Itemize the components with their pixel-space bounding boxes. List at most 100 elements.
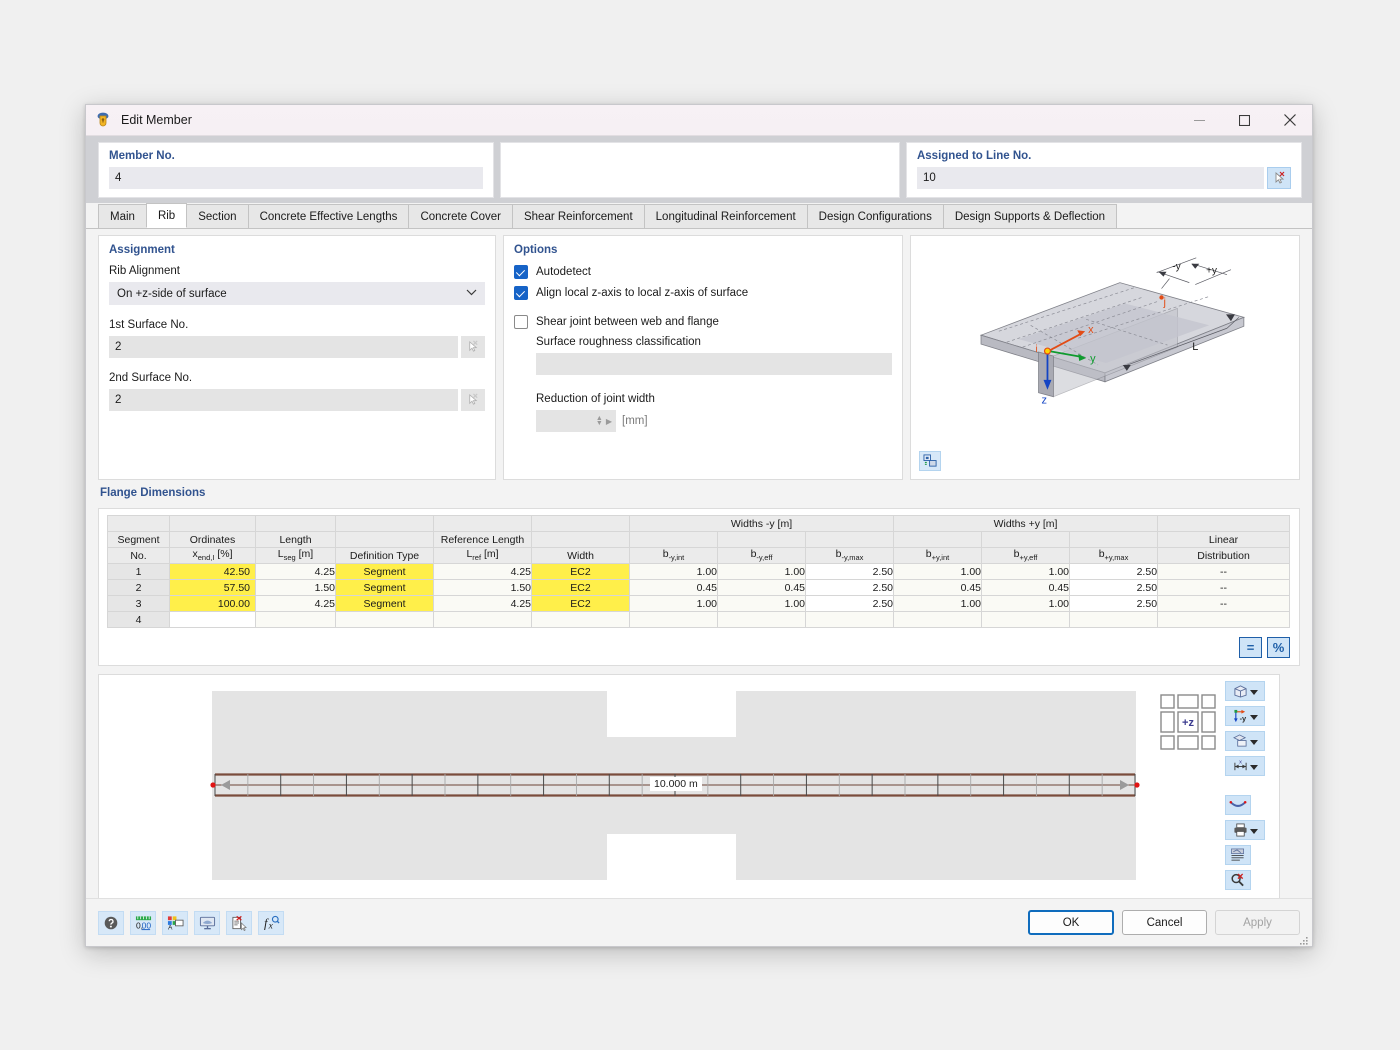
tab-concrete-effective-lengths[interactable]: Concrete Effective Lengths xyxy=(248,204,410,228)
cell-reference-length[interactable]: 1.50 xyxy=(434,580,532,596)
cell-linear-distribution[interactable]: -- xyxy=(1158,596,1290,612)
table-row[interactable]: 4 xyxy=(108,612,1290,628)
rib-alignment-select[interactable]: On +z-side of surface xyxy=(109,282,485,305)
cell-definition-type[interactable] xyxy=(336,612,434,628)
spinner-expand-icon[interactable]: ▶ xyxy=(606,417,612,426)
cell-reference-length[interactable] xyxy=(434,612,532,628)
cell-length[interactable]: 1.50 xyxy=(256,580,336,596)
autodetect-row[interactable]: Autodetect xyxy=(514,265,892,279)
formula-icon[interactable]: f x xyxy=(258,911,284,935)
cell-width[interactable]: EC2 xyxy=(532,596,630,612)
cell-b-my-eff[interactable]: 1.00 xyxy=(718,564,806,580)
cell-b-py-max[interactable] xyxy=(1070,612,1158,628)
column-header-top[interactable] xyxy=(630,532,718,548)
column-header-sub[interactable]: Width xyxy=(532,548,630,564)
tab-longitudinal-reinforcement[interactable]: Longitudinal Reinforcement xyxy=(644,204,808,228)
column-header-top[interactable] xyxy=(894,532,982,548)
cell-b-py-max[interactable]: 2.50 xyxy=(1070,596,1158,612)
column-header-sub[interactable]: b+y,max xyxy=(1070,548,1158,564)
screenshot-icon[interactable] xyxy=(919,451,941,471)
column-header-sub[interactable]: b-y,int xyxy=(630,548,718,564)
cell-ordinate[interactable]: 57.50 xyxy=(170,580,256,596)
spinner-arrows-icon[interactable]: ▲▼ xyxy=(596,416,603,426)
cell-definition-type[interactable]: Segment xyxy=(336,580,434,596)
column-header-top[interactable]: Segment xyxy=(108,532,170,548)
cell-width[interactable]: EC2 xyxy=(532,564,630,580)
column-header-sub[interactable]: No. xyxy=(108,548,170,564)
view-direction-button[interactable]: -y xyxy=(1225,706,1265,726)
cell-width[interactable] xyxy=(532,612,630,628)
column-header-top[interactable] xyxy=(718,532,806,548)
surface2-input[interactable] xyxy=(109,389,458,411)
column-header-top[interactable] xyxy=(336,532,434,548)
percent-button[interactable]: % xyxy=(1267,637,1290,658)
autodetect-checkbox[interactable] xyxy=(514,265,528,279)
rib-3d-view[interactable]: -y +y L x y z i xyxy=(911,236,1299,479)
tab-rib[interactable]: Rib xyxy=(146,203,187,228)
cell-b-py-max[interactable]: 2.50 xyxy=(1070,580,1158,596)
chevron-down-icon[interactable] xyxy=(1250,821,1258,839)
column-header-sub[interactable]: xend,I [%] xyxy=(170,548,256,564)
select-line-icon[interactable] xyxy=(1267,167,1291,189)
column-header-sub[interactable]: b+y,eff xyxy=(982,548,1070,564)
table-row[interactable]: 3100.004.25Segment4.25EC21.001.002.501.0… xyxy=(108,596,1290,612)
cell-ordinate[interactable]: 100.00 xyxy=(170,596,256,612)
column-header-top[interactable]: Reference Length xyxy=(434,532,532,548)
cell-b-my-int[interactable]: 1.00 xyxy=(630,564,718,580)
column-header-top[interactable]: Ordinates xyxy=(170,532,256,548)
section-view-button[interactable] xyxy=(1225,731,1265,751)
column-header-sub[interactable]: Distribution xyxy=(1158,548,1290,564)
tab-design-configurations[interactable]: Design Configurations xyxy=(807,204,944,228)
tab-main[interactable]: Main xyxy=(98,204,147,228)
cell-b-py-eff[interactable]: 1.00 xyxy=(982,564,1070,580)
tab-concrete-cover[interactable]: Concrete Cover xyxy=(408,204,513,228)
cell-b-py-eff[interactable]: 1.00 xyxy=(982,596,1070,612)
column-header-top[interactable]: Length xyxy=(256,532,336,548)
cell-ordinate[interactable]: 42.50 xyxy=(170,564,256,580)
equal-distribution-button[interactable]: = xyxy=(1239,637,1262,658)
table-row[interactable]: 257.501.50Segment1.50EC20.450.452.500.45… xyxy=(108,580,1290,596)
member-no-input[interactable] xyxy=(109,167,483,189)
cell-b-my-max[interactable]: 2.50 xyxy=(806,580,894,596)
cell-reference-length[interactable]: 4.25 xyxy=(434,596,532,612)
tab-shear-reinforcement[interactable]: Shear Reinforcement xyxy=(512,204,645,228)
cell-length[interactable] xyxy=(256,612,336,628)
cell-b-py-int[interactable]: 1.00 xyxy=(894,596,982,612)
shear-joint-checkbox[interactable] xyxy=(514,315,528,329)
minimize-button[interactable] xyxy=(1177,105,1222,136)
render-mode-button[interactable] xyxy=(1225,681,1265,701)
cell-b-my-int[interactable] xyxy=(630,612,718,628)
cell-width[interactable]: EC2 xyxy=(532,580,630,596)
delete-note-icon[interactable] xyxy=(226,911,252,935)
cell-b-py-int[interactable]: 1.00 xyxy=(894,564,982,580)
zoom-reset-button[interactable] xyxy=(1225,870,1251,890)
cell-segment[interactable]: 4 xyxy=(108,612,170,628)
column-header-sub[interactable]: b+y,int xyxy=(894,548,982,564)
assigned-line-input[interactable] xyxy=(917,167,1264,189)
cancel-button[interactable]: Cancel xyxy=(1122,910,1207,935)
cell-b-my-max[interactable]: 2.50 xyxy=(806,596,894,612)
visibility-icon[interactable] xyxy=(194,911,220,935)
cell-length[interactable]: 4.25 xyxy=(256,596,336,612)
cell-b-py-eff[interactable] xyxy=(982,612,1070,628)
column-header-top[interactable] xyxy=(982,532,1070,548)
cell-b-my-eff[interactable]: 0.45 xyxy=(718,580,806,596)
cell-b-my-max[interactable] xyxy=(806,612,894,628)
cell-reference-length[interactable]: 4.25 xyxy=(434,564,532,580)
column-header-sub[interactable]: Lref [m] xyxy=(434,548,532,564)
chevron-down-icon[interactable] xyxy=(1250,757,1258,775)
cell-definition-type[interactable]: Segment xyxy=(336,564,434,580)
apply-button[interactable]: Apply xyxy=(1215,910,1300,935)
shear-joint-row[interactable]: Shear joint between web and flange xyxy=(514,315,892,329)
cell-definition-type[interactable]: Segment xyxy=(336,596,434,612)
roughness-input[interactable] xyxy=(536,353,892,375)
maximize-button[interactable] xyxy=(1222,105,1267,136)
tab-section[interactable]: Section xyxy=(186,204,248,228)
chevron-down-icon[interactable] xyxy=(1250,707,1258,725)
column-header-top[interactable] xyxy=(1070,532,1158,548)
help-icon[interactable] xyxy=(98,911,124,935)
cell-length[interactable]: 4.25 xyxy=(256,564,336,580)
cell-linear-distribution[interactable]: -- xyxy=(1158,580,1290,596)
cell-b-py-int[interactable]: 0.45 xyxy=(894,580,982,596)
align-z-row[interactable]: Align local z-axis to local z-axis of su… xyxy=(514,286,892,300)
